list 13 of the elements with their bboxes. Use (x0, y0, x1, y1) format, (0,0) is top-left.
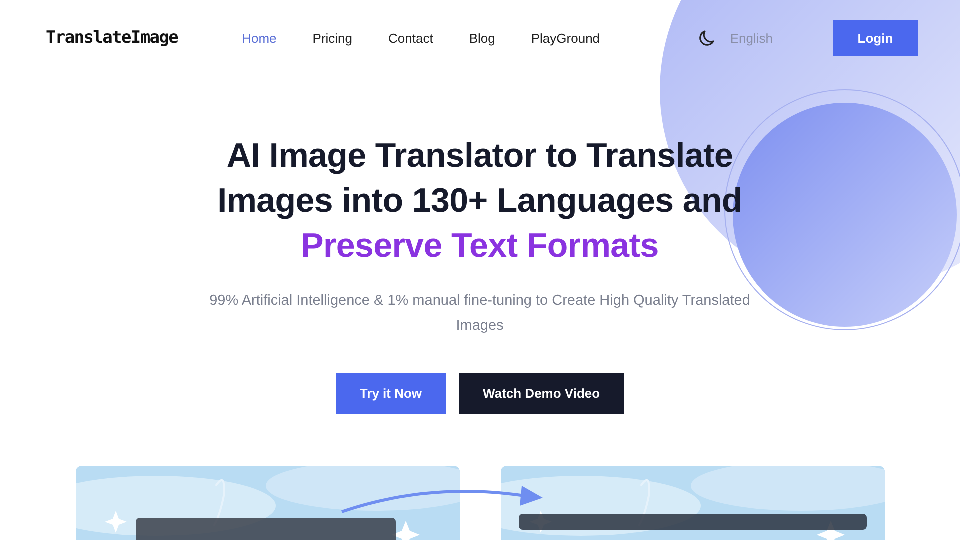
hero-subtitle: 99% Artificial Intelligence & 1% manual fine-tuning to Create High Quality Translated Images (208, 292, 752, 336)
hero-title-highlight: Preserve Text Formats (301, 226, 659, 267)
login-button[interactable]: Login (833, 20, 918, 56)
try-button[interactable]: Try it Now (336, 373, 446, 414)
logo[interactable]: TranslateImage (46, 28, 178, 48)
demo-video-button[interactable]: Watch Demo Video (459, 373, 624, 414)
hero-title: Images into 130+ Languages and (218, 181, 742, 222)
nav-link[interactable]: PlayGround (531, 30, 600, 46)
hero-title: AI Image Translator to Translate (226, 136, 734, 177)
nav-link[interactable]: Blog (469, 30, 496, 46)
nav-link[interactable]: Contact (388, 30, 434, 46)
nav-link[interactable]: Pricing (312, 30, 353, 46)
nav-link[interactable]: Home (242, 30, 277, 46)
